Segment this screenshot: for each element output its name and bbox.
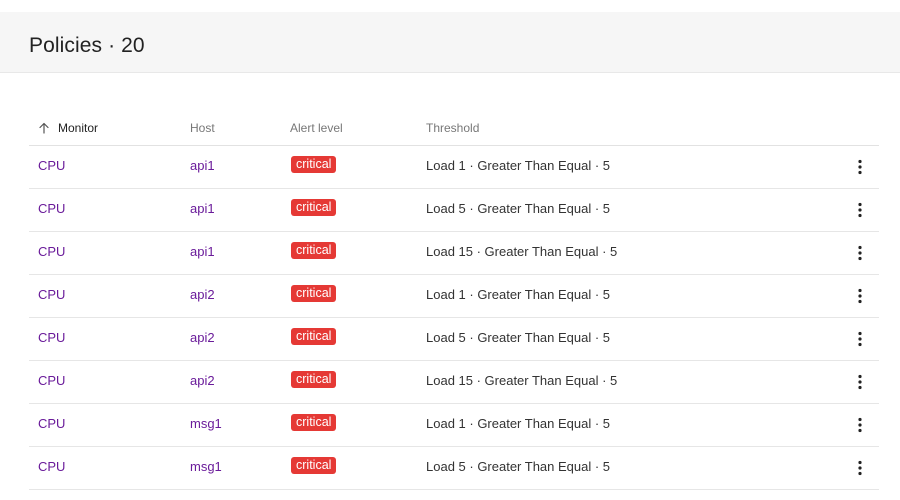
- more-vertical-icon[interactable]: [851, 329, 869, 349]
- alert-level-badge: critical: [291, 242, 337, 259]
- monitor-link[interactable]: CPU: [38, 373, 65, 388]
- table-row[interactable]: CPU api2 critical Load 5 · Greater Than …: [29, 318, 879, 361]
- threshold-text: Load 5 · Greater Than Equal · 5: [426, 459, 611, 474]
- monitor-link[interactable]: CPU: [38, 287, 65, 302]
- table-header: Monitor Host Alert level Threshold: [29, 110, 879, 146]
- host-link[interactable]: msg1: [190, 416, 222, 431]
- threshold-text: Load 1 · Greater Than Equal · 5: [426, 416, 611, 431]
- more-vertical-icon[interactable]: [851, 372, 869, 392]
- more-vertical-icon[interactable]: [851, 286, 869, 306]
- monitor-link[interactable]: CPU: [38, 416, 65, 431]
- monitor-link[interactable]: CPU: [38, 330, 65, 345]
- threshold-text: Load 5 · Greater Than Equal · 5: [426, 330, 611, 345]
- monitor-link[interactable]: CPU: [38, 244, 65, 259]
- threshold-text: Load 15 · Greater Than Equal · 5: [426, 373, 618, 388]
- table-row[interactable]: CPU msg1 critical Load 1 · Greater Than …: [29, 404, 879, 447]
- policies-table: Monitor Host Alert level Threshold CPU a…: [29, 110, 879, 490]
- arrow-up-icon: [38, 122, 50, 134]
- host-link[interactable]: msg1: [190, 459, 222, 474]
- more-vertical-icon[interactable]: [851, 415, 869, 435]
- threshold-text: Load 15 · Greater Than Equal · 5: [426, 244, 618, 259]
- host-link[interactable]: api1: [190, 201, 215, 216]
- column-header-host[interactable]: Host: [190, 121, 215, 135]
- column-header-monitor-label: Monitor: [58, 121, 99, 135]
- alert-level-badge: critical: [291, 371, 337, 388]
- threshold-text: Load 1 · Greater Than Equal · 5: [426, 158, 611, 173]
- table-body: CPU api1 critical Load 1 · Greater Than …: [29, 146, 879, 490]
- column-header-threshold[interactable]: Threshold: [426, 121, 479, 135]
- alert-level-badge: critical: [291, 156, 337, 173]
- alert-level-badge: critical: [291, 414, 337, 431]
- column-header-alert-level[interactable]: Alert level: [290, 121, 343, 135]
- page-header: Policies · 20: [0, 12, 900, 73]
- alert-level-badge: critical: [291, 199, 337, 216]
- alert-level-badge: critical: [291, 328, 337, 345]
- threshold-text: Load 5 · Greater Than Equal · 5: [426, 201, 611, 216]
- more-vertical-icon[interactable]: [851, 200, 869, 220]
- monitor-link[interactable]: CPU: [38, 158, 65, 173]
- alert-level-badge: critical: [291, 285, 337, 302]
- more-vertical-icon[interactable]: [851, 157, 869, 177]
- more-vertical-icon[interactable]: [851, 243, 869, 263]
- monitor-link[interactable]: CPU: [38, 201, 65, 216]
- host-link[interactable]: api2: [190, 373, 215, 388]
- host-link[interactable]: api1: [190, 244, 215, 259]
- monitor-link[interactable]: CPU: [38, 459, 65, 474]
- table-row[interactable]: CPU msg1 critical Load 5 · Greater Than …: [29, 447, 879, 490]
- more-vertical-icon[interactable]: [851, 458, 869, 478]
- table-row[interactable]: CPU api1 critical Load 1 · Greater Than …: [29, 146, 879, 189]
- host-link[interactable]: api2: [190, 287, 215, 302]
- page-title: Policies · 20: [29, 34, 145, 57]
- table-row[interactable]: CPU api1 critical Load 15 · Greater Than…: [29, 232, 879, 275]
- alert-level-badge: critical: [291, 457, 337, 474]
- table-row[interactable]: CPU api1 critical Load 5 · Greater Than …: [29, 189, 879, 232]
- column-header-monitor[interactable]: Monitor: [38, 121, 98, 135]
- table-row[interactable]: CPU api2 critical Load 1 · Greater Than …: [29, 275, 879, 318]
- threshold-text: Load 1 · Greater Than Equal · 5: [426, 287, 611, 302]
- table-row[interactable]: CPU api2 critical Load 15 · Greater Than…: [29, 361, 879, 404]
- host-link[interactable]: api1: [190, 158, 215, 173]
- host-link[interactable]: api2: [190, 330, 215, 345]
